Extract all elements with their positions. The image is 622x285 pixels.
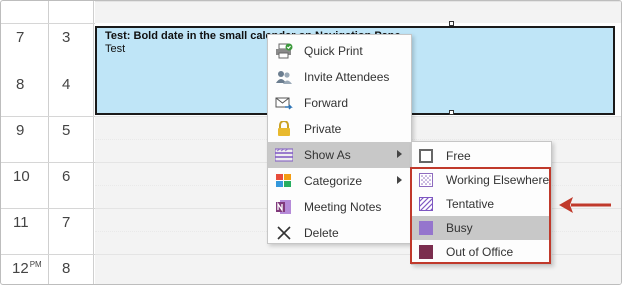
hour-label: 9	[16, 122, 25, 139]
free-swatch-icon	[419, 149, 433, 163]
week-number: 5	[62, 122, 71, 139]
hour-label-noon: 12PM	[12, 260, 42, 277]
submenu-arrow-icon	[397, 176, 402, 184]
week-number: 6	[62, 168, 71, 185]
menu-item-label: Private	[304, 122, 342, 136]
menu-item-show-as[interactable]: Show As	[268, 142, 411, 168]
annotation-arrow-icon	[559, 197, 611, 213]
people-icon	[275, 69, 293, 85]
lock-icon	[275, 121, 293, 137]
context-menu: Quick Print Invite Attendees Forward Pri…	[267, 34, 412, 244]
appointment-body: Test	[105, 43, 126, 55]
menu-item-label: Show As	[304, 148, 351, 162]
menu-item-label: Delete	[304, 226, 339, 240]
resize-handle-top[interactable]	[449, 21, 454, 26]
annotation-highlight-box	[410, 167, 551, 264]
hour-column: 7 8 9 10 11 12PM	[1, 1, 49, 284]
menu-item-label: Meeting Notes	[304, 200, 382, 214]
week-column: 3 4 5 6 7 8	[50, 1, 94, 284]
hour-divider	[1, 23, 95, 24]
menu-item-delete[interactable]: Delete	[268, 220, 411, 246]
week-number: 3	[62, 29, 71, 46]
hour-label: 10	[13, 168, 30, 185]
hour-label: 11	[13, 214, 29, 231]
printer-icon	[275, 43, 293, 59]
menu-item-label: Categorize	[304, 174, 363, 188]
hour-label: 8	[16, 76, 25, 93]
submenu-item-label: Free	[446, 149, 471, 163]
week-number: 7	[62, 214, 71, 231]
menu-item-categorize[interactable]: Categorize	[268, 168, 411, 194]
week-number: 4	[62, 76, 71, 93]
submenu-item-free[interactable]: Free	[412, 144, 551, 168]
calendar-view: 7 8 9 10 11 12PM 3 4 5 6 7 8 Test: Bold …	[0, 0, 622, 285]
hour-label: 7	[16, 29, 25, 46]
time-slot[interactable]	[95, 1, 621, 23]
hour-label: 12	[12, 260, 29, 277]
menu-item-invite-attendees[interactable]: Invite Attendees	[268, 64, 411, 90]
menu-item-private[interactable]: Private	[268, 116, 411, 142]
hour-divider	[1, 162, 95, 163]
submenu-arrow-icon	[397, 150, 402, 158]
menu-item-quick-print[interactable]: Quick Print	[268, 38, 411, 64]
forward-mail-icon	[275, 95, 293, 111]
menu-item-label: Forward	[304, 96, 349, 110]
onenote-icon	[275, 199, 293, 215]
show-as-icon	[275, 147, 293, 163]
week-number: 8	[62, 260, 71, 277]
hour-divider	[1, 254, 95, 255]
hour-divider	[1, 116, 95, 117]
menu-item-label: Quick Print	[304, 44, 363, 58]
ampm-label: PM	[29, 260, 42, 269]
menu-item-label: Invite Attendees	[304, 70, 390, 84]
menu-item-forward[interactable]: Forward	[268, 90, 411, 116]
menu-item-meeting-notes[interactable]: Meeting Notes	[268, 194, 411, 220]
delete-x-icon	[275, 225, 293, 241]
categorize-icon	[275, 173, 293, 189]
resize-handle-bottom[interactable]	[449, 110, 454, 115]
hour-divider	[1, 208, 95, 209]
